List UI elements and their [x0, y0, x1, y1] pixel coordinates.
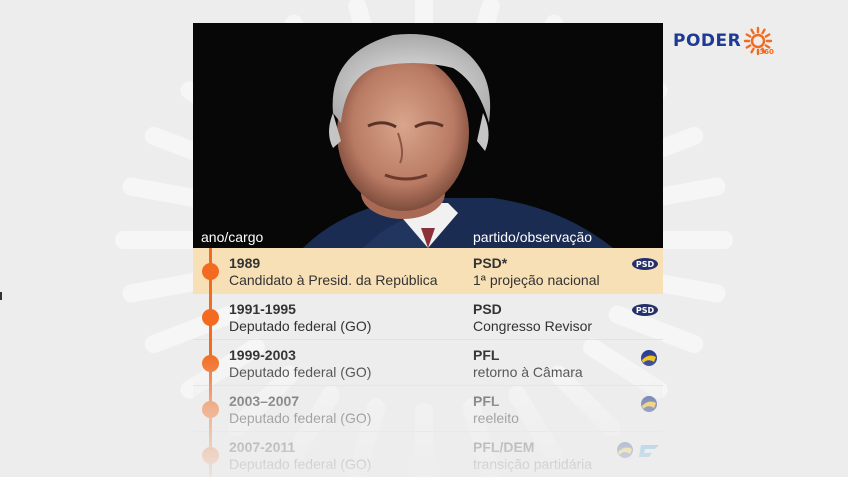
sun-ray [750, 47, 755, 54]
row-year: 2007-2011 [229, 439, 296, 455]
sun-ray [750, 28, 755, 35]
timeline-dot [202, 355, 219, 372]
timeline-row[interactable]: 1991-1995 Deputado federal (GO) PSD Cong… [193, 294, 663, 340]
sun-icon: 360 [743, 26, 774, 56]
pfl-logo-icon [639, 349, 659, 372]
row-year: 1989 [229, 255, 261, 271]
row-role: Deputado federal (GO) [229, 456, 372, 472]
row-role: Deputado federal (GO) [229, 364, 372, 380]
logo-wordmark: PODER [673, 31, 742, 51]
pfl-dem-logo-icon [615, 441, 661, 464]
portrait-photo: ano/cargo partido/observação [193, 23, 663, 248]
badge-text: PSD [636, 306, 655, 315]
timeline-rows: 1989 Candidato à Presid. da República PS… [193, 248, 663, 477]
row-note: reeleito [473, 410, 519, 426]
logo-sub: 360 [759, 48, 774, 56]
psd-logo-icon: PSD [631, 257, 659, 276]
column-header-party-note: partido/observação [473, 229, 593, 245]
row-party: PFL [473, 393, 500, 409]
row-party: PSD* [473, 255, 508, 271]
timeline-dot [202, 401, 219, 418]
timeline-row[interactable]: 2007-2011 Deputado federal (GO) PFL/DEM … [193, 432, 663, 477]
sun-ray [745, 44, 752, 49]
row-role: Deputado federal (GO) [229, 318, 372, 334]
row-note: Congresso Revisor [473, 318, 593, 334]
badge-text: PSD [636, 260, 655, 269]
poder360-logo: PODER 360 [673, 24, 774, 58]
timeline-row[interactable]: 2003–2007 Deputado federal (GO) PFL reel… [193, 386, 663, 432]
pfl-logo-icon [639, 395, 659, 418]
sun-ray [745, 33, 752, 38]
row-note: 1ª projeção nacional [473, 272, 600, 288]
row-year: 1991-1995 [229, 301, 296, 317]
timeline-row[interactable]: 1989 Candidato à Presid. da República PS… [193, 248, 663, 294]
row-role: Deputado federal (GO) [229, 410, 372, 426]
column-header-year-role: ano/cargo [201, 229, 264, 245]
timeline-dot [202, 309, 219, 326]
timeline-row[interactable]: 1999-2003 Deputado federal (GO) PFL reto… [193, 340, 663, 386]
sun-ray [761, 28, 766, 35]
timeline-card: ano/cargo partido/observação 1989 Candid… [193, 23, 663, 477]
row-year: 2003–2007 [229, 393, 300, 409]
row-note: transição partidária [473, 456, 593, 472]
row-year: 1999-2003 [229, 347, 296, 363]
timeline-dot [202, 447, 219, 464]
row-party: PSD [473, 301, 502, 317]
row-role: Candidato à Presid. da República [229, 272, 438, 288]
sun-ray [764, 33, 771, 38]
timeline-dot [202, 263, 219, 280]
edge-marker [0, 292, 2, 300]
row-party: PFL/DEM [473, 439, 535, 455]
row-party: PFL [473, 347, 500, 363]
psd-logo-icon: PSD [631, 303, 659, 322]
row-note: retorno à Câmara [473, 364, 583, 380]
